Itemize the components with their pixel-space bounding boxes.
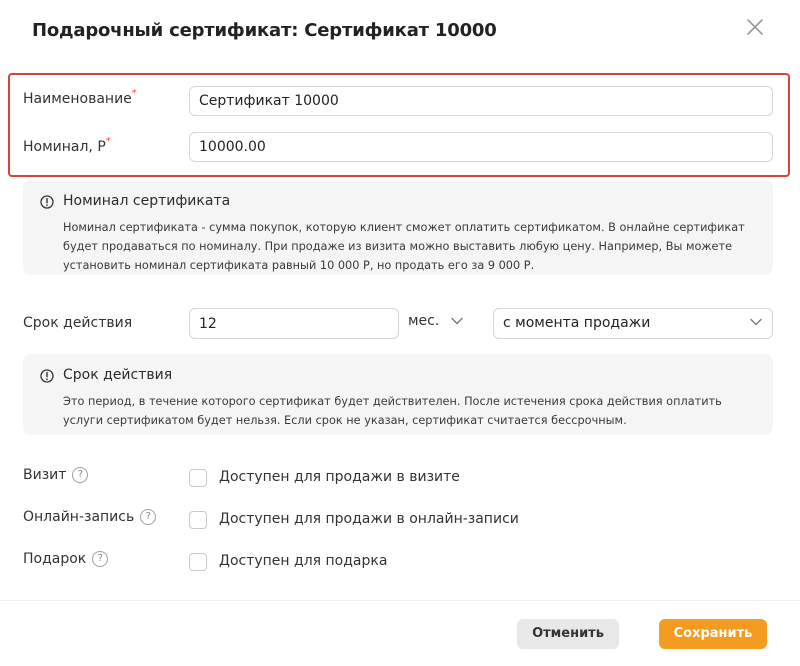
online-booking-label: Онлайн-запись? (23, 509, 157, 525)
help-circle-icon[interactable]: ? (140, 509, 157, 525)
online-booking-checkbox-label[interactable]: Доступен для продажи в онлайн-записи (219, 511, 519, 527)
dialog-footer: Отменить Сохранить (0, 600, 800, 666)
help-circle-icon[interactable]: ? (72, 467, 89, 483)
info-circle-icon (40, 195, 54, 209)
required-mark: * (105, 136, 111, 147)
info-circle-icon (40, 369, 54, 383)
validity-info-title: Срок действия (63, 367, 173, 383)
visit-label: Визит? (23, 467, 89, 483)
gift-checkbox[interactable] (189, 553, 207, 571)
close-icon (747, 19, 763, 35)
certificate-dialog: Подарочный сертификат: Сертификат 10000 … (0, 0, 800, 666)
nominal-info-text: Номинал сертификата - сумма покупок, кот… (63, 221, 745, 272)
save-button[interactable]: Сохранить (659, 619, 767, 649)
validity-info-box: Срок действия Это период, в течение кото… (23, 354, 773, 435)
validity-unit-select[interactable]: мес. (408, 313, 464, 335)
visit-label-text: Визит (23, 467, 67, 483)
dialog-title: Подарочный сертификат: Сертификат 10000 (32, 20, 497, 41)
cancel-button[interactable]: Отменить (517, 619, 619, 649)
nominal-label: Номинал, Р* (23, 136, 111, 155)
validity-input[interactable] (189, 308, 399, 339)
online-booking-checkbox[interactable] (189, 511, 207, 529)
visit-checkbox[interactable] (189, 469, 207, 487)
gift-label-text: Подарок (23, 551, 87, 567)
required-mark: * (131, 88, 137, 99)
name-label: Наименование* (23, 88, 137, 107)
validity-start-value: с момента продажи (503, 315, 651, 331)
validity-unit-value: мес. (408, 313, 440, 329)
nominal-info-title: Номинал сертификата (63, 193, 231, 209)
help-circle-icon[interactable]: ? (92, 551, 109, 567)
visit-checkbox-label[interactable]: Доступен для продажи в визите (219, 469, 460, 485)
nominal-input[interactable] (189, 132, 773, 162)
chevron-down-icon (750, 318, 762, 326)
validity-start-select[interactable]: с момента продажи (493, 308, 773, 339)
name-label-text: Наименование (23, 91, 132, 107)
nominal-label-text: Номинал, Р (23, 139, 106, 155)
name-input[interactable] (189, 86, 773, 116)
online-booking-label-text: Онлайн-запись (23, 509, 135, 525)
validity-label: Срок действия (23, 315, 133, 331)
validity-info-text: Это период, в течение которого сертифика… (63, 395, 722, 427)
gift-checkbox-label[interactable]: Доступен для подарка (219, 553, 387, 569)
close-button[interactable] (744, 16, 766, 38)
gift-label: Подарок? (23, 551, 109, 567)
nominal-info-box: Номинал сертификата Номинал сертификата … (23, 180, 773, 275)
chevron-down-icon (451, 317, 463, 325)
